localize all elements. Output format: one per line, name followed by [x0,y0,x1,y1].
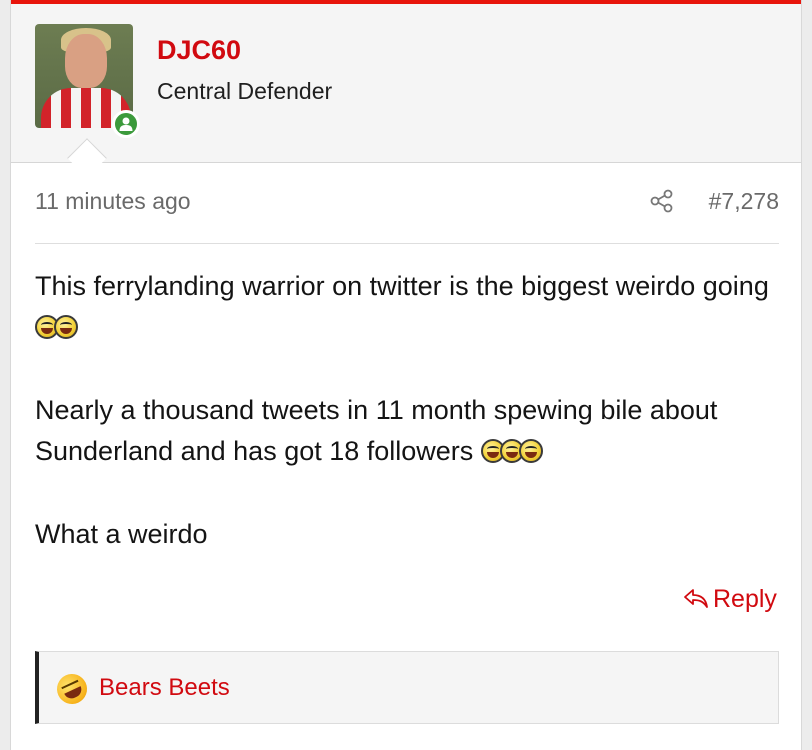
paragraph-text: What a weirdo [35,519,208,549]
laughing-emoji-icon [54,315,78,339]
online-status-icon [112,110,140,138]
reply-icon [684,589,708,608]
post-paragraph: Nearly a thousand tweets in 11 month spe… [35,390,779,472]
forum-post: DJC60 Central Defender 11 minutes ago #7… [10,0,802,750]
post-paragraph: What a weirdo [35,514,779,555]
reaction-users-link[interactable]: Bears Beets [99,674,230,702]
user-title: Central Defender [157,78,333,104]
post-body: This ferrylanding warrior on twitter is … [35,266,779,597]
username-link[interactable]: DJC60 [157,35,241,66]
paragraph-text: This ferrylanding warrior on twitter is … [35,271,769,301]
post-author-header: DJC60 Central Defender [11,4,801,163]
reply-button[interactable]: Reply [683,585,777,614]
laughing-emoji-icon [518,439,543,463]
paragraph-text: Nearly a thousand tweets in 11 month spe… [35,395,718,466]
reply-label: Reply [713,585,777,613]
post-timestamp[interactable]: 11 minutes ago [35,188,191,215]
avatar-face [65,34,107,88]
post-paragraph: This ferrylanding warrior on twitter is … [35,266,779,348]
post-meta: 11 minutes ago #7,278 [35,188,779,244]
reactions-bar: Bears Beets [35,651,779,724]
share-icon[interactable] [649,188,675,219]
post-number-link[interactable]: #7,278 [709,188,779,215]
rofl-emoji-icon [52,669,92,709]
